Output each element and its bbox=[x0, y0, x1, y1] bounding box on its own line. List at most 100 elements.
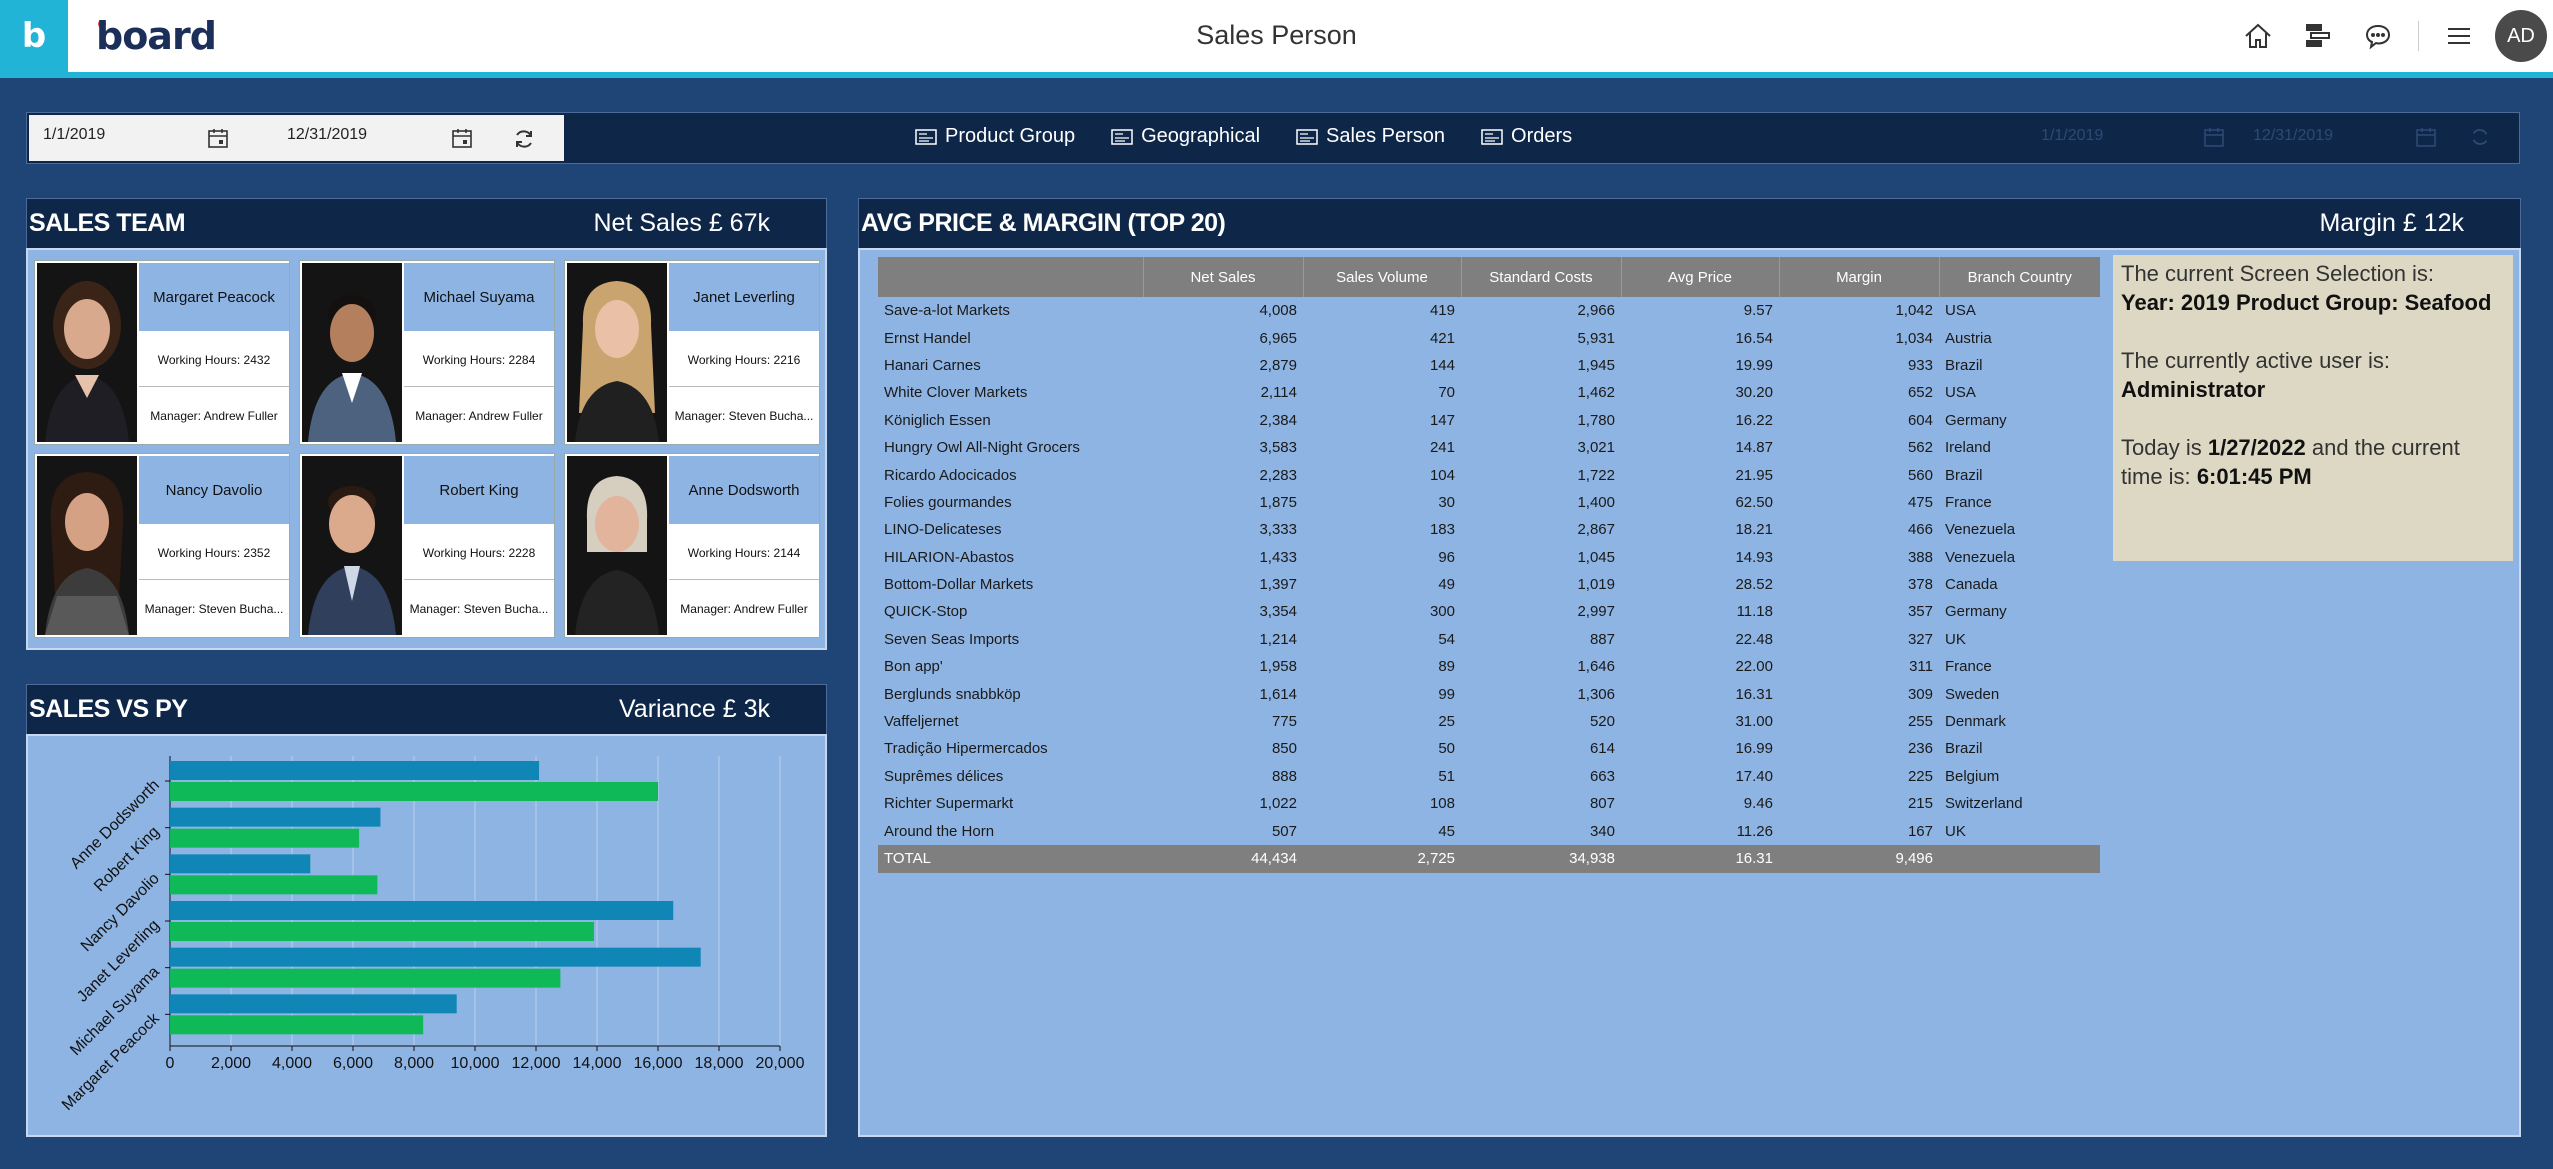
chat-icon[interactable] bbox=[2348, 6, 2408, 66]
table-row[interactable]: HILARION-Abastos 1,433 96 1,045 14.93 388 Vene… bbox=[878, 544, 2100, 571]
table-cell: 421 bbox=[1429, 329, 1455, 347]
x-tick-label: 4,000 bbox=[272, 1055, 312, 1072]
table-cell: 54 bbox=[1438, 630, 1455, 648]
table-cell: Brazil bbox=[1945, 466, 1983, 484]
person-photo bbox=[567, 456, 667, 635]
calendar-icon bbox=[2204, 128, 2224, 147]
person-card[interactable]: Michael Suyama Working Hours: 2284 Manag… bbox=[299, 260, 555, 445]
tab-geographical[interactable]: Geographical bbox=[1111, 125, 1260, 148]
tab-product-group[interactable]: Product Group bbox=[915, 125, 1075, 148]
table-cell: Ricardo Adocicados bbox=[884, 466, 1017, 484]
table-cell: 255 bbox=[1907, 713, 1933, 731]
table-row[interactable]: LINO-Delicateses 3,333 183 2,867 18.21 466 Ven… bbox=[878, 516, 2100, 543]
table-cell: 16.99 bbox=[1735, 740, 1773, 758]
table-cell: 167 bbox=[1907, 822, 1933, 840]
table-cell: 215 bbox=[1907, 795, 1933, 813]
table-row[interactable]: Seven Seas Imports 1,214 54 887 22.48 327 UK bbox=[878, 626, 2100, 653]
x-tick-label: 12,000 bbox=[512, 1055, 561, 1072]
table-cell: 16.54 bbox=[1735, 329, 1773, 347]
table-cell: White Clover Markets bbox=[884, 384, 1028, 402]
table-cell: 300 bbox=[1429, 603, 1455, 621]
bar bbox=[170, 922, 594, 941]
total-row[interactable]: TOTAL 44,434 2,725 34,938 16.31 9,496 bbox=[878, 844, 2100, 873]
column-header[interactable]: Sales Volume bbox=[1303, 257, 1462, 297]
table-cell: 16.22 bbox=[1735, 411, 1773, 429]
table-cell: Seven Seas Imports bbox=[884, 630, 1020, 648]
table-cell: 30 bbox=[1438, 493, 1455, 511]
table-cell: 89 bbox=[1438, 658, 1455, 676]
table-cell: 1,945 bbox=[1577, 356, 1615, 374]
manager: Manager: Andrew Fuller bbox=[150, 409, 278, 423]
person-card[interactable]: Nancy Davolio Working Hours: 2352 Manage… bbox=[34, 453, 290, 638]
table-row[interactable]: Berglunds snabbköp 1,614 99 1,306 16.31 309 Sw… bbox=[878, 680, 2100, 707]
menu-icon[interactable] bbox=[2429, 6, 2489, 66]
table-cell: Richter Supermarkt bbox=[884, 795, 1014, 813]
table-row[interactable]: Folies gourmandes 1,875 30 1,400 62.50 475 Fra… bbox=[878, 489, 2100, 516]
panel-title: AVG PRICE & MARGIN (TOP 20) bbox=[861, 209, 1226, 237]
tab-orders[interactable]: Orders bbox=[1481, 125, 1572, 148]
person-card[interactable]: Robert King Working Hours: 2228 Manager:… bbox=[299, 453, 555, 638]
avatar[interactable]: AD bbox=[2495, 10, 2547, 62]
table-cell: Canada bbox=[1945, 576, 1998, 594]
table-cell: 3,354 bbox=[1259, 603, 1297, 621]
selection-icon[interactable] bbox=[2288, 6, 2348, 66]
working-hours: Working Hours: 2228 bbox=[404, 526, 554, 580]
table-cell: France bbox=[1945, 493, 1992, 511]
column-header[interactable]: Standard Costs bbox=[1461, 257, 1622, 297]
home-icon[interactable] bbox=[2228, 6, 2288, 66]
start-date-field[interactable]: 1/1/2019 bbox=[43, 126, 105, 144]
column-header[interactable]: Avg Price bbox=[1621, 257, 1780, 297]
table-row[interactable]: Richter Supermarkt 1,022 108 807 9.46 215 Swit… bbox=[878, 790, 2100, 817]
tab-sales-person[interactable]: Sales Person bbox=[1296, 125, 1445, 148]
person-photo bbox=[37, 456, 137, 635]
table-cell: 18.21 bbox=[1735, 521, 1773, 539]
table-row[interactable]: Bon app' 1,958 89 1,646 22.00 311 France bbox=[878, 653, 2100, 680]
table-cell: 1,214 bbox=[1259, 630, 1297, 648]
table-cell: 419 bbox=[1429, 302, 1455, 320]
table-cell: 2,867 bbox=[1577, 521, 1615, 539]
refresh-icon[interactable] bbox=[512, 127, 536, 151]
table-row[interactable]: Hungry Owl All-Night Grocers 3,583 241 3,02… bbox=[878, 434, 2100, 461]
user-label: The currently active user is: bbox=[2121, 348, 2390, 373]
table-cell: 1,614 bbox=[1259, 685, 1297, 703]
table-row[interactable]: Bottom-Dollar Markets 1,397 49 1,019 28.52 37… bbox=[878, 571, 2100, 598]
table-cell: Around the Horn bbox=[884, 822, 995, 840]
table-cell: Bon app' bbox=[884, 658, 943, 676]
person-card[interactable]: Margaret Peacock Working Hours: 2432 Man… bbox=[34, 260, 290, 445]
price-margin-table: Net Sales Sales Volume Standard Costs Av… bbox=[878, 257, 2100, 873]
table-cell: Ernst Handel bbox=[884, 329, 971, 347]
table-row[interactable]: Around the Horn 507 45 340 11.26 167 UK bbox=[878, 817, 2100, 844]
column-header[interactable] bbox=[878, 257, 1144, 297]
table-cell: 241 bbox=[1429, 439, 1455, 457]
table-row[interactable]: Vaffeljernet 775 25 520 31.00 255 Denmark bbox=[878, 708, 2100, 735]
column-header[interactable]: Margin bbox=[1779, 257, 1940, 297]
table-cell bbox=[1939, 844, 2100, 873]
table-cell: 104 bbox=[1429, 466, 1455, 484]
board-logo-icon[interactable]: b bbox=[0, 0, 68, 72]
bar bbox=[170, 807, 381, 827]
table-row[interactable]: Suprêmes délices 888 51 663 17.40 225 Belgium bbox=[878, 763, 2100, 790]
person-card[interactable]: Anne Dodsworth Working Hours: 2144 Manag… bbox=[564, 453, 820, 638]
table-row[interactable]: Tradição Hipermercados 850 50 614 16.99 236 Br… bbox=[878, 735, 2100, 762]
table-row[interactable]: Save-a-lot Markets 4,008 419 2,966 9.57 1,042… bbox=[878, 297, 2100, 324]
table-row[interactable]: Ricardo Adocicados 2,283 104 1,722 21.95 560 B… bbox=[878, 461, 2100, 488]
calendar-icon[interactable] bbox=[207, 127, 229, 149]
table-row[interactable]: White Clover Markets 2,114 70 1,462 30.20 652… bbox=[878, 379, 2100, 406]
calendar-icon[interactable] bbox=[451, 127, 473, 149]
table-cell: 225 bbox=[1907, 767, 1933, 785]
table-cell: Königlich Essen bbox=[884, 411, 991, 429]
table-row[interactable]: Ernst Handel 6,965 421 5,931 16.54 1,034 Austr… bbox=[878, 324, 2100, 351]
table-row[interactable]: Hanari Carnes 2,879 144 1,945 19.99 933 Brazil bbox=[878, 352, 2100, 379]
column-header[interactable]: Branch Country bbox=[1939, 257, 2100, 297]
table-row[interactable]: Königlich Essen 2,384 147 1,780 16.22 604 Germ… bbox=[878, 407, 2100, 434]
table-cell: Brazil bbox=[1945, 356, 1983, 374]
column-header[interactable]: Net Sales bbox=[1143, 257, 1304, 297]
person-photo bbox=[567, 263, 667, 442]
table-cell: 775 bbox=[1271, 713, 1297, 731]
table-row[interactable]: QUICK-Stop 3,354 300 2,997 11.18 357 Germany bbox=[878, 598, 2100, 625]
table-cell: 357 bbox=[1907, 603, 1933, 621]
table-cell: 21.95 bbox=[1735, 466, 1773, 484]
table-cell: UK bbox=[1945, 822, 1966, 840]
person-card[interactable]: Janet Leverling Working Hours: 2216 Mana… bbox=[564, 260, 820, 445]
end-date-field[interactable]: 12/31/2019 bbox=[287, 126, 367, 144]
